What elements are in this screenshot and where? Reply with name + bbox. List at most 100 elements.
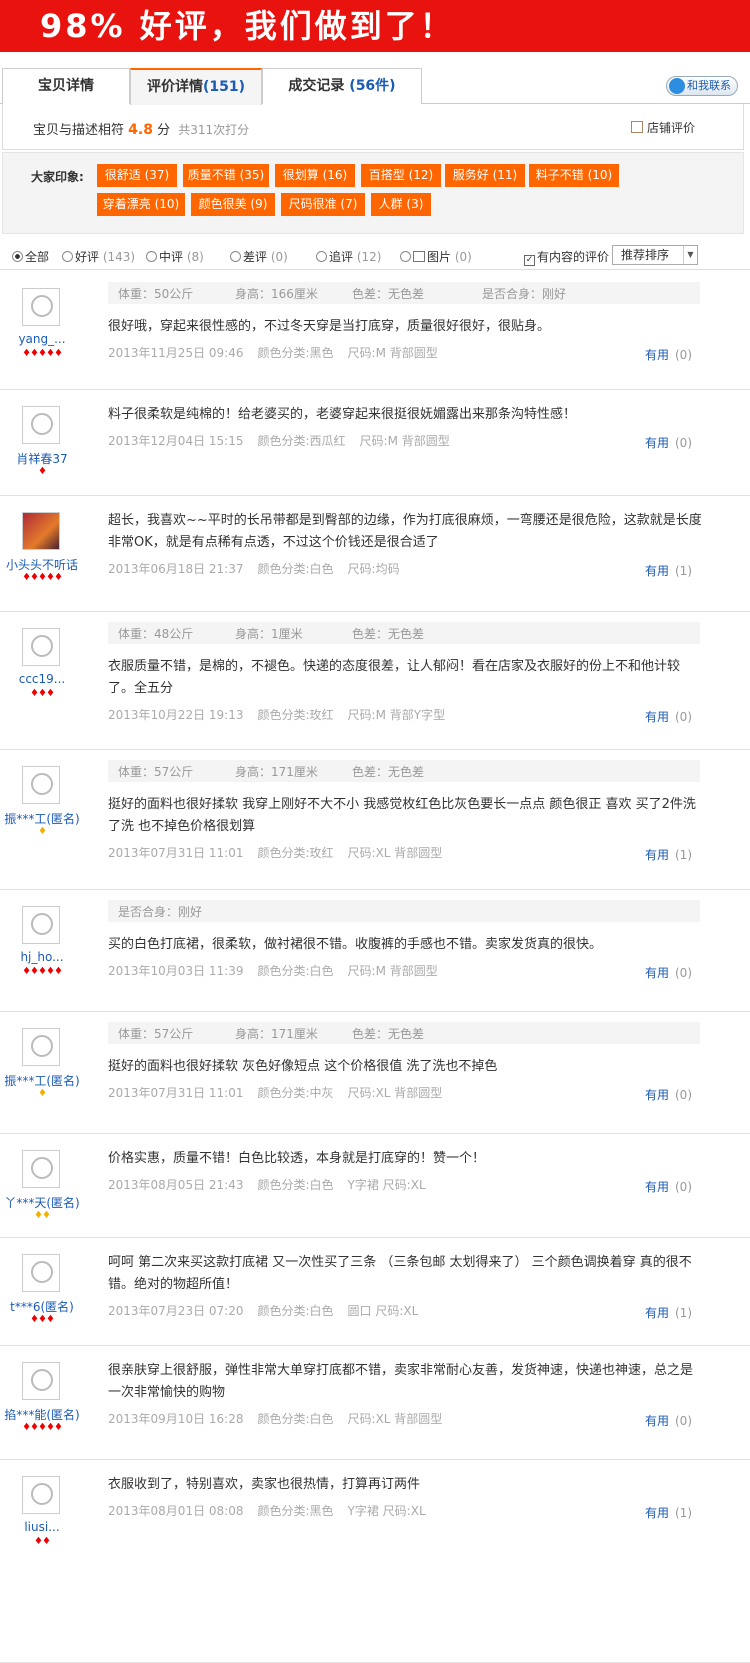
avatar[interactable]	[22, 1362, 60, 1400]
avatar[interactable]	[22, 628, 60, 666]
buyer-attribute: 体重：57公斤	[118, 765, 194, 779]
useful-label: 有用	[644, 1088, 669, 1102]
buyer-attribute: 色差：无色差	[352, 287, 425, 301]
tab-reviews[interactable]: 评价详情(151)	[130, 68, 262, 105]
useful-button[interactable]: 有用 (0)	[645, 964, 692, 981]
reviewer-name[interactable]: ccc19...	[0, 672, 84, 686]
impression-tag[interactable]: 尺码很准 (7)	[281, 193, 365, 216]
review-size: 尺码:M 背部圆型	[347, 964, 438, 978]
impression-tag[interactable]: 百搭型 (12)	[361, 164, 441, 187]
impression-tag[interactable]: 质量不错 (35)	[183, 164, 269, 187]
tab-label: 评价详情	[146, 79, 203, 95]
filter-label: 全部	[25, 250, 50, 264]
useful-button[interactable]: 有用 (1)	[645, 562, 692, 579]
tab-item-details[interactable]: 宝贝详情	[2, 68, 130, 104]
useful-button[interactable]: 有用 (0)	[645, 1086, 692, 1103]
filter-positive-radio[interactable]: 好评 (143)	[62, 248, 135, 265]
buyer-attributes: 体重：48公斤 身高：1厘米 色差：无色差	[108, 622, 700, 644]
review-color: 颜色分类:黑色	[257, 1504, 334, 1518]
buyer-attribute: 体重：57公斤	[118, 1027, 194, 1041]
impression-tag[interactable]: 人群 (3)	[371, 193, 431, 216]
reviewer-name[interactable]: 掐***能(匿名)	[0, 1406, 84, 1423]
impression-tag[interactable]: 服务好 (11)	[445, 164, 525, 187]
review-color: 颜色分类:玫红	[257, 708, 334, 722]
credit-level-icon: ♦♦♦♦♦	[22, 1422, 63, 1433]
filter-negative-radio[interactable]: 差评 (0)	[230, 248, 288, 265]
filter-label: 好评	[75, 250, 100, 264]
review-meta: 2013年10月03日 11:39 颜色分类:白色 尺码:M 背部圆型	[108, 962, 438, 979]
reviewer-name[interactable]: yang_...	[0, 332, 84, 346]
sort-value: 推荐排序	[621, 248, 670, 262]
reviewer-name[interactable]: liusi...	[0, 1520, 84, 1534]
avatar[interactable]	[22, 766, 60, 804]
buyer-attribute: 是否合身：刚好	[118, 905, 203, 919]
avatar[interactable]	[22, 1028, 60, 1066]
avatar[interactable]	[22, 1254, 60, 1292]
tab-transactions[interactable]: 成交记录 (56件)	[262, 68, 422, 104]
filter-label: 追评	[329, 250, 354, 264]
avatar[interactable]	[22, 406, 60, 444]
reviewer-name[interactable]: 振***工(匿名)	[0, 810, 84, 827]
review-size: Y字裙 尺码:XL	[347, 1178, 426, 1192]
contact-seller-button[interactable]: 和我联系	[666, 76, 738, 96]
sort-select[interactable]: 推荐排序 ▼	[612, 245, 698, 265]
useful-button[interactable]: 有用 (0)	[645, 434, 692, 451]
review-date: 2013年08月05日 21:43	[108, 1178, 244, 1192]
avatar[interactable]	[22, 1150, 60, 1188]
reviewer-name[interactable]: 丫***天(匿名)	[0, 1194, 84, 1211]
useful-button[interactable]: 有用 (1)	[645, 1504, 692, 1521]
store-rating-link[interactable]: 店铺评价	[630, 119, 695, 136]
filter-images-radio[interactable]: 图片 (0)	[400, 248, 472, 265]
useful-button[interactable]: 有用 (1)	[645, 1304, 692, 1321]
avatar[interactable]	[22, 906, 60, 944]
tab-count: (56件)	[349, 78, 396, 94]
review-meta: 2013年06月18日 21:37 颜色分类:白色 尺码:均码	[108, 560, 400, 577]
avatar[interactable]	[22, 1476, 60, 1514]
impression-tag[interactable]: 很舒适 (37)	[97, 164, 177, 187]
review-size: 尺码:XL 背部圆型	[347, 846, 443, 860]
review-filter-bar: 全部 好评 (143) 中评 (8) 差评 (0) 追评 (12) 图片 (0)…	[0, 242, 750, 270]
filter-all-radio[interactable]: 全部	[12, 248, 49, 265]
reviewer-name[interactable]: 肖祥春37	[0, 450, 84, 467]
credit-level-icon: ♦	[38, 1088, 47, 1099]
impression-tag[interactable]: 颜色很美 (9)	[191, 193, 275, 216]
avatar[interactable]	[22, 288, 60, 326]
rating-label: 宝贝与描述相符	[33, 123, 125, 138]
useful-button[interactable]: 有用 (0)	[645, 346, 692, 363]
review-item: 振***工(匿名) ♦ 体重：57公斤 身高：171厘米 色差：无色差 挺好的面料也很好揉…	[0, 750, 750, 890]
filter-neutral-radio[interactable]: 中评 (8)	[146, 248, 204, 265]
review-meta: 2013年08月01日 08:08 颜色分类:黑色 Y字裙 尺码:XL	[108, 1502, 426, 1519]
useful-label: 有用	[644, 966, 669, 980]
review-item: hj_ho... ♦♦♦♦♦ 是否合身：刚好 买的白色打底裙，很柔软，做衬裙很不错。收…	[0, 890, 750, 1012]
reviewer-name[interactable]: t***6(匿名)	[0, 1298, 84, 1315]
useful-button[interactable]: 有用 (0)	[645, 1178, 692, 1195]
credit-level-icon: ♦♦♦♦♦	[22, 348, 63, 359]
impression-tag[interactable]: 穿着漂亮 (10)	[97, 193, 185, 216]
promo-banner: 98% 好评，我们做到了！	[0, 0, 750, 52]
rating-summary: 宝贝与描述相符 4.8 分 共311次打分 店铺评价	[2, 104, 744, 150]
tab-count: (151)	[202, 79, 246, 95]
avatar[interactable]	[22, 512, 60, 550]
checkbox-label: 有内容的评价	[537, 250, 610, 264]
impression-title: 大家印象:	[31, 170, 84, 184]
useful-count: (1)	[675, 1306, 692, 1320]
useful-button[interactable]: 有用 (0)	[645, 708, 692, 725]
review-meta: 2013年12月04日 15:15 颜色分类:西瓜红 尺码:M 背部圆型	[108, 432, 450, 449]
impression-tag[interactable]: 很划算 (16)	[275, 164, 355, 187]
content-only-checkbox[interactable]: ✓ 有内容的评价	[524, 248, 609, 266]
reviewer-name[interactable]: 小头头不听话	[0, 556, 84, 573]
rating-unit: 分	[157, 123, 171, 138]
useful-button[interactable]: 有用 (1)	[645, 846, 692, 863]
review-color: 颜色分类:白色	[257, 964, 334, 978]
review-item: 丫***天(匿名) ♦♦ 价格实惠，质量不错！白色比较透，本身就是打底穿的！赞一个！…	[0, 1134, 750, 1238]
useful-label: 有用	[644, 436, 669, 450]
useful-count: (0)	[675, 710, 692, 724]
impression-tag[interactable]: 料子不错 (10)	[529, 164, 619, 187]
review-size: 尺码:XL 背部圆型	[347, 1086, 443, 1100]
reviewer-name[interactable]: 振***工(匿名)	[0, 1072, 84, 1089]
review-color: 颜色分类:白色	[257, 1412, 334, 1426]
filter-followup-radio[interactable]: 追评 (12)	[316, 248, 381, 265]
review-size: 尺码:均码	[347, 562, 400, 576]
useful-button[interactable]: 有用 (0)	[645, 1412, 692, 1429]
reviewer-name[interactable]: hj_ho...	[0, 950, 84, 964]
